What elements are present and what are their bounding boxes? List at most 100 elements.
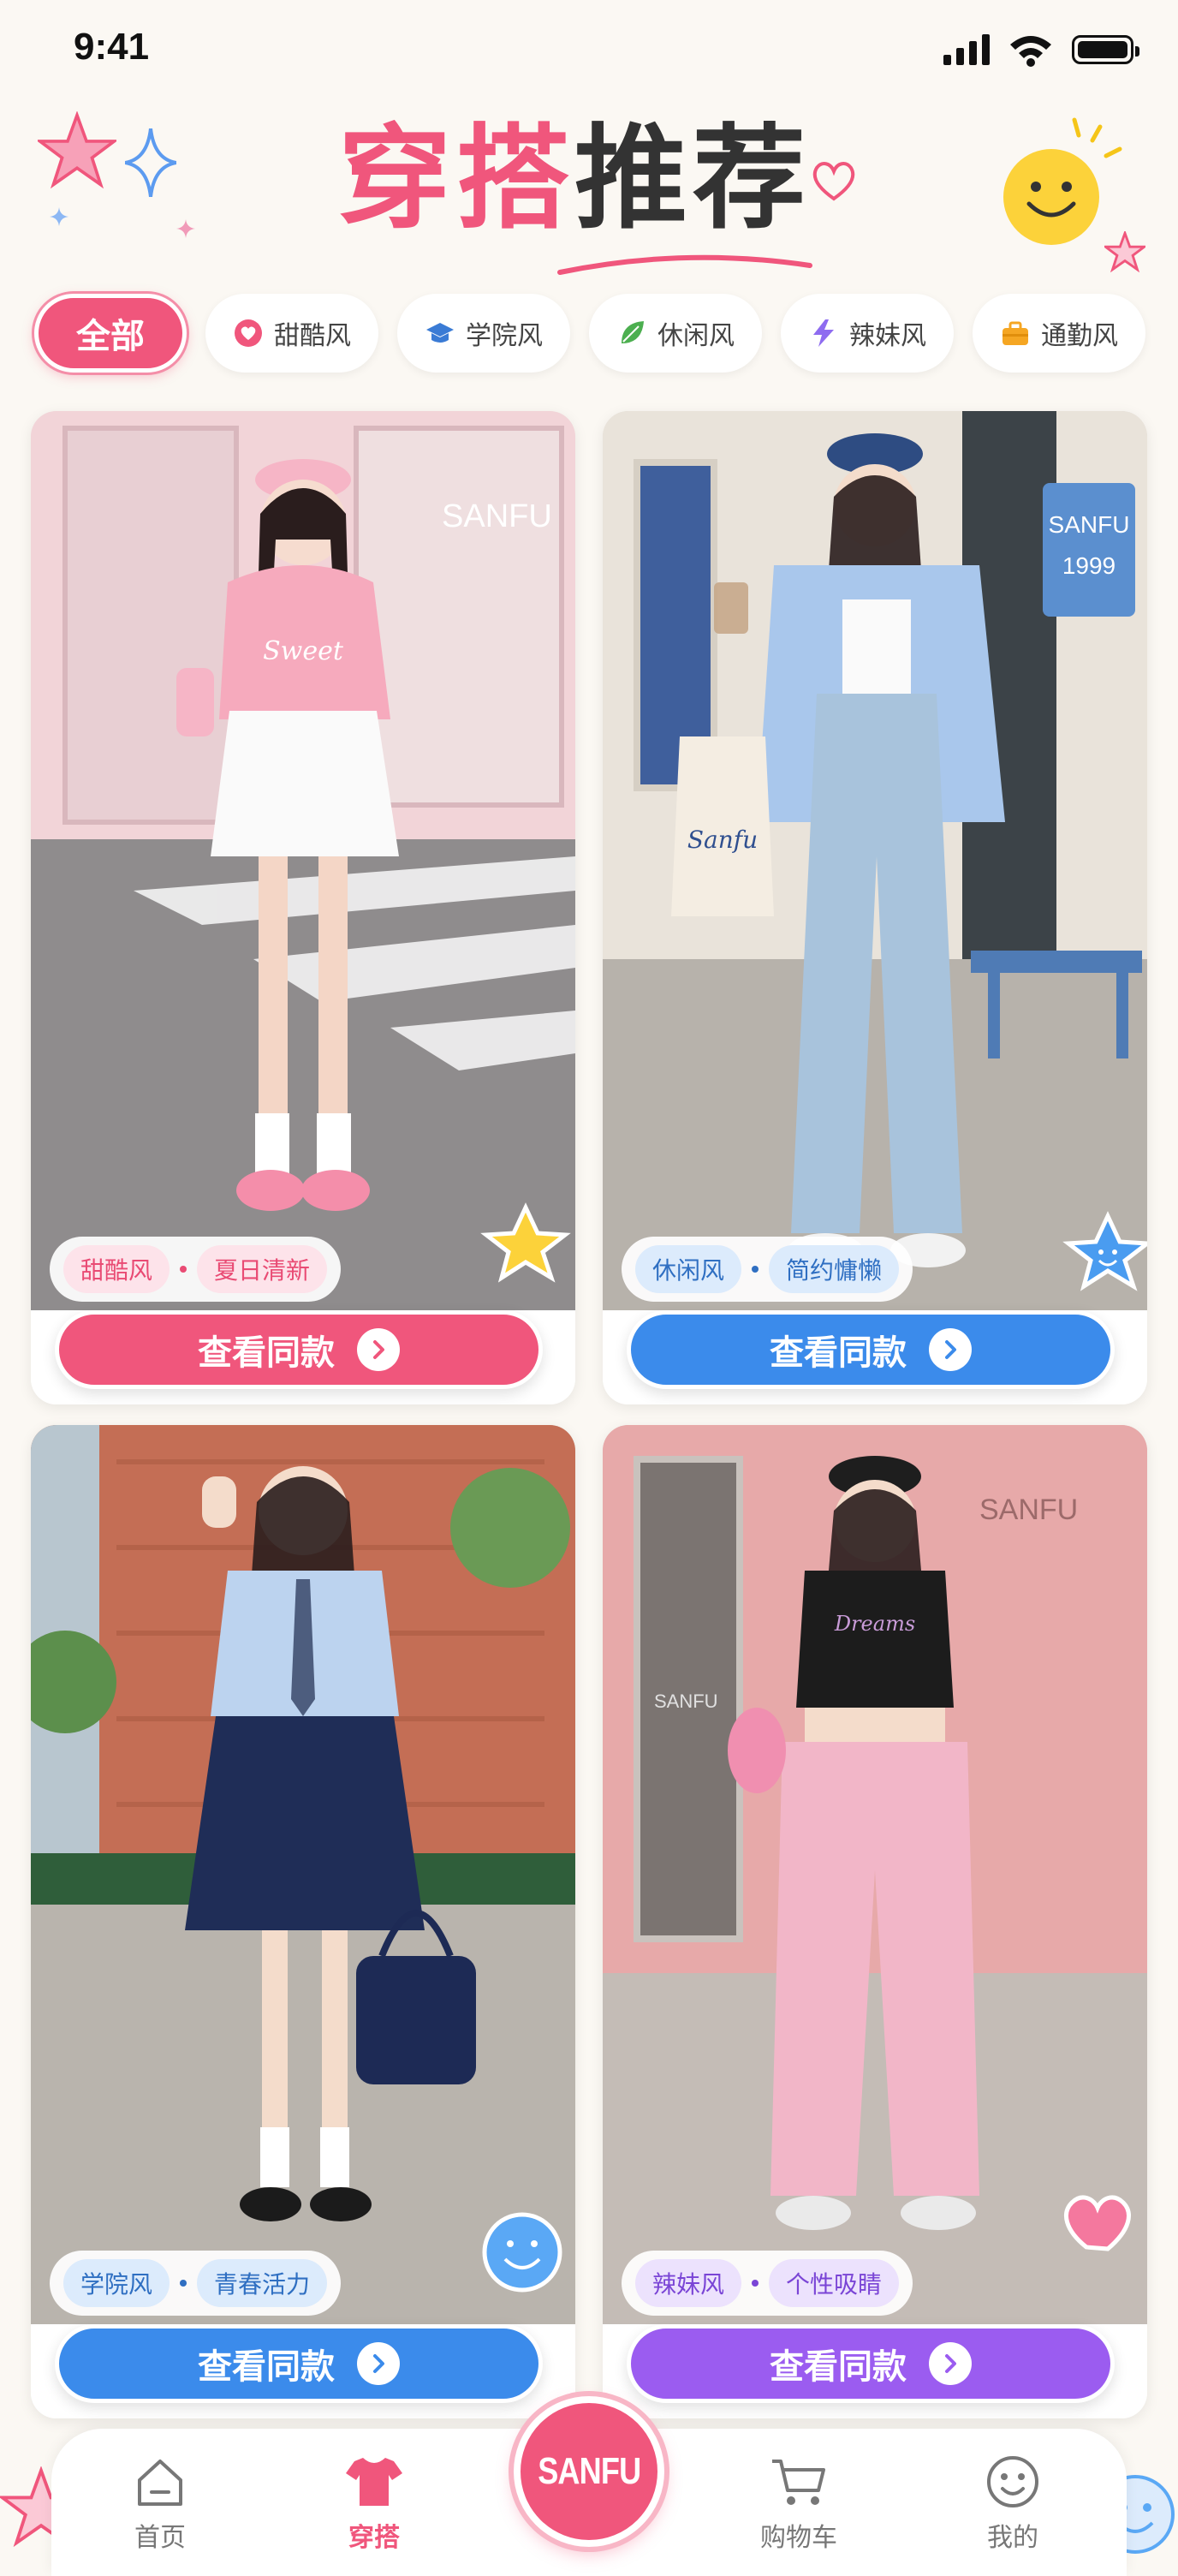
filter-chip-label: 全部 [76,317,145,356]
heart-doodle-icon [812,162,855,201]
outfit-photo-illustration: SANFU 1999 Sanfu [603,411,1147,1319]
outfit-card[interactable]: SANFU SANFU Dreams 辣妹风 个性吸睛 查看同款 [603,1425,1147,2418]
filter-chip-all[interactable]: 全部 [34,294,187,373]
page-title-part2: 推荐 [574,113,811,245]
page-title: 穿搭推荐 [338,111,811,247]
chevron-right-icon [929,1328,972,1371]
tab-cart[interactable]: 购物车 [735,2454,863,2554]
outfit-card[interactable]: 学院风 青春活力 查看同款 [31,1425,575,2418]
page-header: 穿搭推荐 [0,94,1178,291]
cart-icon [772,2460,825,2505]
tab-label: 我的 [987,2523,1038,2553]
style-tag: 甜酷风 [63,1245,170,1293]
style-tag: 休闲风 [635,1245,742,1293]
status-time: 9:41 [74,26,150,68]
tab-label: 首页 [134,2523,186,2553]
filter-chip-commute[interactable]: 通勤风 [973,294,1145,373]
outfit-tags: 休闲风 简约慵懒 [622,1237,913,1302]
outfit-grid: SANFU Sweet 甜酷风 夏日清新 查看同款 SANFU 1999 San… [31,411,1147,2418]
heart-icon [235,319,262,347]
sparkle-small-icon [50,207,68,226]
style-filter-row: 全部 甜酷风 学院风 休闲风 辣妹风 通勤风 [34,294,1145,373]
outfit-tags: 甜酷风 夏日清新 [50,1237,342,1302]
cta-label: 查看同款 [770,1333,907,1373]
outfit-photo[interactable]: SANFU Sweet [31,411,575,1319]
wifi-icon [1010,36,1051,67]
filter-chip-sweet-cool[interactable]: 甜酷风 [205,294,378,373]
star-decoration-icon [38,111,116,189]
outfit-photo-illustration: SANFU Sweet [31,411,575,1319]
tab-label: 穿搭 [348,2523,400,2553]
filter-chip-hot-girl[interactable]: 辣妹风 [781,294,954,373]
filter-chip-casual[interactable]: 休闲风 [589,294,762,373]
cta-label: 查看同款 [198,2347,335,2387]
status-bar: 9:41 [0,0,1178,94]
view-same-style-button[interactable]: 查看同款 [55,1310,543,1389]
mood-tag: 青春活力 [197,2259,328,2307]
view-same-style-button[interactable]: 查看同款 [627,1310,1115,1389]
filter-chip-label: 休闲风 [657,321,735,351]
star-small-decoration-icon [1104,231,1145,272]
mood-tag: 夏日清新 [197,1245,328,1293]
style-tag: 辣妹风 [635,2259,742,2307]
smiley-sticker-icon [482,2212,562,2293]
tag-separator-dot [180,2280,187,2287]
outfit-card[interactable]: SANFU 1999 Sanfu 休闲风 简约慵懒 查看同款 [603,411,1147,1404]
page-title-part1: 穿搭 [338,113,574,245]
filter-chip-label: 通勤风 [1041,321,1118,351]
filter-chip-preppy[interactable]: 学院风 [397,294,570,373]
smiley-icon [987,2456,1038,2507]
style-tag: 学院风 [63,2259,170,2307]
view-same-style-button[interactable]: 查看同款 [55,2324,543,2403]
filter-chip-label: 学院风 [466,321,543,351]
tab-outfits[interactable]: 穿搭 [310,2454,438,2554]
status-icons [943,33,1139,67]
outfit-tags: 学院风 青春活力 [50,2251,342,2316]
tab-label: 购物车 [760,2523,837,2553]
battery-icon [1072,35,1139,64]
chevron-right-icon [357,2342,400,2385]
door-sign: SANFU [654,1690,718,1712]
outfit-photo[interactable] [31,1425,575,2333]
filter-chip-label: 辣妹风 [849,321,926,351]
outfit-card[interactable]: SANFU Sweet 甜酷风 夏日清新 查看同款 [31,411,575,1404]
sanfu-logo-button[interactable]: SANFU [514,2396,664,2547]
graduation-cap-icon [426,323,454,343]
outfit-tags: 辣妹风 个性吸睛 [622,2251,913,2316]
svg-text:SANFU: SANFU [1049,511,1130,538]
title-underline [557,254,812,275]
cta-label: 查看同款 [198,1333,335,1373]
tshirt-icon [346,2458,402,2506]
svg-text:Dreams: Dreams [834,1612,915,1636]
home-icon [138,2460,182,2506]
outfit-photo-illustration [31,1425,575,2333]
svg-text:1999: 1999 [1062,552,1116,579]
outfit-photo-illustration: SANFU SANFU Dreams [603,1425,1147,2333]
sparkle-small-pink-icon [176,219,195,238]
storefront-sign [1043,483,1135,617]
sparkle-decoration-icon [125,128,176,197]
tab-home[interactable]: 首页 [96,2454,224,2554]
lightning-icon [813,319,834,347]
outfit-photo[interactable]: SANFU 1999 Sanfu [603,411,1147,1319]
chevron-right-icon [357,1328,400,1371]
filter-chip-label: 甜酷风 [274,321,351,351]
mood-tag: 个性吸睛 [769,2259,900,2307]
logo-text: SANFU [537,2450,641,2492]
tag-separator-dot [752,1266,759,1273]
cta-label: 查看同款 [770,2347,907,2387]
mood-tag: 简约慵懒 [769,1245,900,1293]
tab-profile[interactable]: 我的 [949,2454,1077,2554]
leaf-icon [622,321,644,343]
wall-sign: SANFU [979,1494,1078,1526]
outfit-photo[interactable]: SANFU SANFU Dreams [603,1425,1147,2333]
cellular-signal-icon [943,34,990,65]
view-same-style-button[interactable]: 查看同款 [627,2324,1115,2403]
tag-separator-dot [752,2280,759,2287]
svg-text:Sweet: Sweet [263,636,344,666]
briefcase-icon [1002,321,1028,345]
tote-bag-label: Sanfu [687,826,758,854]
storefront-sign: SANFU [442,498,552,534]
tag-separator-dot [180,1266,187,1273]
chevron-right-icon [929,2342,972,2385]
